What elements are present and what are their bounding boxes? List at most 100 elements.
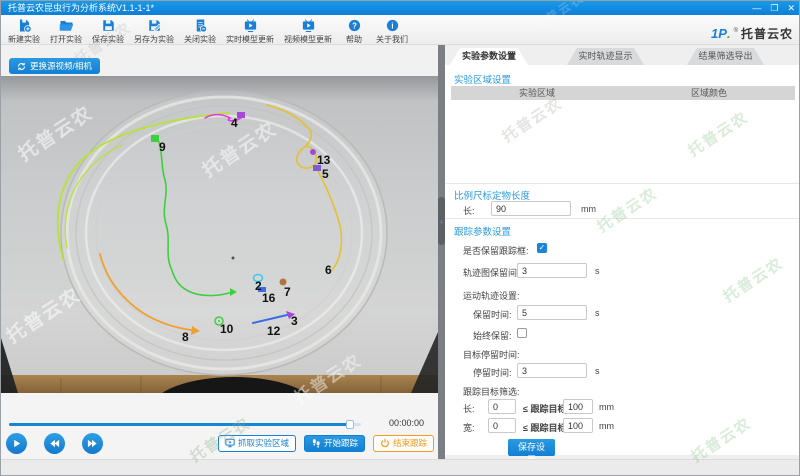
open-experiment-button[interactable]: 打开实验	[45, 17, 87, 46]
splitter-collapse-handle[interactable]: ‹	[438, 197, 445, 245]
close-experiment-button[interactable]: 关闭实验	[179, 17, 221, 46]
about-button[interactable]: i 关于我们	[371, 17, 413, 46]
scale-section-heading: 比例尺标定物长度	[454, 188, 530, 202]
toolbar-label: 另存为实验	[134, 34, 174, 45]
region-table: 实验区域 区域颜色	[451, 86, 795, 178]
brand-name: 托普云农	[741, 25, 793, 42]
toolbar-label: 视频模型更新	[284, 34, 332, 45]
trail-interval-unit: s	[595, 266, 600, 276]
tab-realtime-track[interactable]: 实时轨迹显示	[567, 48, 644, 65]
target-filter-label: 跟踪目标筛选:	[463, 385, 520, 398]
keep-time-unit: s	[595, 308, 600, 318]
rewind-button[interactable]	[44, 433, 65, 454]
always-keep-checkbox[interactable]	[517, 328, 527, 338]
column-region: 实验区域	[451, 86, 623, 100]
realtime-model-update-button[interactable]: 实时模型更新	[221, 17, 279, 46]
svg-text:i: i	[391, 22, 393, 31]
svg-text:10: 10	[220, 322, 234, 336]
progress-fill	[9, 423, 350, 426]
keep-box-checkbox[interactable]: ✓	[537, 243, 547, 253]
fast-forward-button[interactable]	[82, 433, 103, 454]
change-source-button[interactable]: 更换源视频/相机	[9, 58, 100, 74]
start-tracking-button[interactable]: 开始跟踪	[304, 435, 365, 452]
brand-logo: 1P. ® 托普云农	[711, 25, 793, 42]
region-table-body[interactable]	[451, 100, 795, 178]
capture-screen-icon	[225, 438, 235, 448]
tab-bar: 实验参数设置 实时轨迹显示 结果筛选导出	[445, 48, 800, 65]
video-frame[interactable]: 9 4 13 5 6 2 16 7 10 8 12 3	[1, 76, 438, 393]
help-button[interactable]: ? 帮助	[337, 17, 371, 46]
tab-result-export[interactable]: 结果筛选导出	[687, 48, 764, 65]
progress-handle[interactable]	[346, 420, 354, 429]
keep-time-label: 保留时间:	[473, 308, 512, 321]
toolbar-label: 保存实验	[92, 34, 124, 45]
play-icon	[11, 438, 22, 449]
new-experiment-button[interactable]: 新建实验	[3, 17, 45, 46]
filter-width-min-input[interactable]	[488, 418, 516, 433]
marker-13-dot	[310, 149, 316, 155]
save-experiment-button[interactable]: 保存实验	[87, 17, 129, 46]
window-title: 托普云农昆虫行为分析系统V1.1-1-1*	[8, 1, 154, 15]
panel-splitter[interactable]: ‹	[438, 45, 445, 459]
svg-text:13: 13	[317, 153, 331, 167]
experiment-params-panel: 实验区域设置 实验区域 区域颜色 比例尺标定物长度 长: mm 跟踪参数设置 是…	[445, 65, 800, 455]
filter-length-unit: mm	[599, 402, 614, 412]
toolbar-label: 新建实验	[8, 34, 40, 45]
status-bar	[1, 459, 800, 476]
fast-forward-icon	[87, 438, 98, 449]
close-experiment-icon	[193, 18, 208, 33]
time-display: 00:00:00	[389, 418, 424, 428]
minimize-button[interactable]: —	[752, 1, 761, 15]
start-tracking-label: 开始跟踪	[324, 437, 358, 449]
stay-time-label: 停留时间:	[473, 366, 512, 379]
video-progress-bar[interactable]	[9, 423, 361, 426]
region-section-heading: 实验区域设置	[454, 72, 511, 86]
toolbar-label: 实时模型更新	[226, 34, 274, 45]
filter-length-min-input[interactable]	[488, 399, 516, 414]
close-button[interactable]: ✕	[787, 1, 795, 15]
svg-text:5: 5	[322, 167, 329, 181]
stay-section-label: 目标停留时间:	[463, 348, 520, 361]
video-toolbar: 更换源视频/相机	[1, 45, 438, 76]
scale-length-input[interactable]	[491, 201, 571, 216]
registered-mark: ®	[734, 28, 738, 34]
stop-tracking-button[interactable]: 结束跟踪	[373, 435, 434, 452]
toolbar-label: 关闭实验	[184, 34, 216, 45]
power-icon	[380, 438, 390, 448]
filter-width-label: 宽:	[463, 421, 475, 434]
tab-experiment-params[interactable]: 实验参数设置	[450, 48, 528, 65]
svg-text:6: 6	[325, 263, 332, 277]
save-settings-button[interactable]: 保存设置	[508, 439, 555, 456]
svg-text:2: 2	[255, 279, 262, 293]
chevron-left-icon: ‹	[440, 217, 443, 226]
save-as-experiment-button[interactable]: 另存为实验	[129, 17, 179, 46]
stop-tracking-label: 结束跟踪	[393, 437, 427, 449]
tracking-overlay: 9 4 13 5 6 2 16 7 10 8 12 3	[1, 76, 438, 393]
play-button[interactable]	[6, 433, 27, 454]
svg-text:4: 4	[231, 116, 238, 130]
app-window: 托普云农昆虫行为分析系统V1.1-1-1* — ❐ ✕ 新建实验 打开实验 保存…	[0, 0, 800, 476]
maximize-button[interactable]: ❐	[770, 1, 778, 15]
always-keep-label: 始终保留:	[473, 329, 512, 342]
toolbar: 新建实验 打开实验 保存实验 另存为实验 关闭实验 实时模型更新 视频模型更新 …	[1, 15, 800, 45]
stay-time-input[interactable]	[517, 363, 587, 378]
keep-time-input[interactable]	[517, 305, 587, 320]
open-folder-icon	[59, 18, 74, 33]
toolbar-label: 帮助	[346, 34, 362, 45]
video-model-update-button[interactable]: 视频模型更新	[279, 17, 337, 46]
tracking-section-heading: 跟踪参数设置	[454, 224, 511, 238]
svg-text:3: 3	[291, 314, 298, 328]
brand-mark-icon: 1P.	[711, 26, 731, 41]
toolbar-label: 打开实验	[50, 34, 82, 45]
capture-area-button[interactable]: 抓取实验区域	[218, 435, 296, 452]
svg-text:9: 9	[159, 140, 166, 154]
svg-text:16: 16	[262, 291, 276, 305]
svg-text:8: 8	[182, 330, 189, 344]
trail-interval-input[interactable]	[517, 263, 587, 278]
settings-panel: 实验参数设置 实时轨迹显示 结果筛选导出 实验区域设置 实验区域 区域颜色 比例…	[445, 45, 800, 459]
help-icon: ?	[347, 18, 362, 33]
svg-text:?: ?	[352, 22, 357, 31]
marker-4-box	[237, 112, 245, 118]
filter-length-max-input[interactable]	[563, 399, 593, 414]
filter-width-max-input[interactable]	[563, 418, 593, 433]
